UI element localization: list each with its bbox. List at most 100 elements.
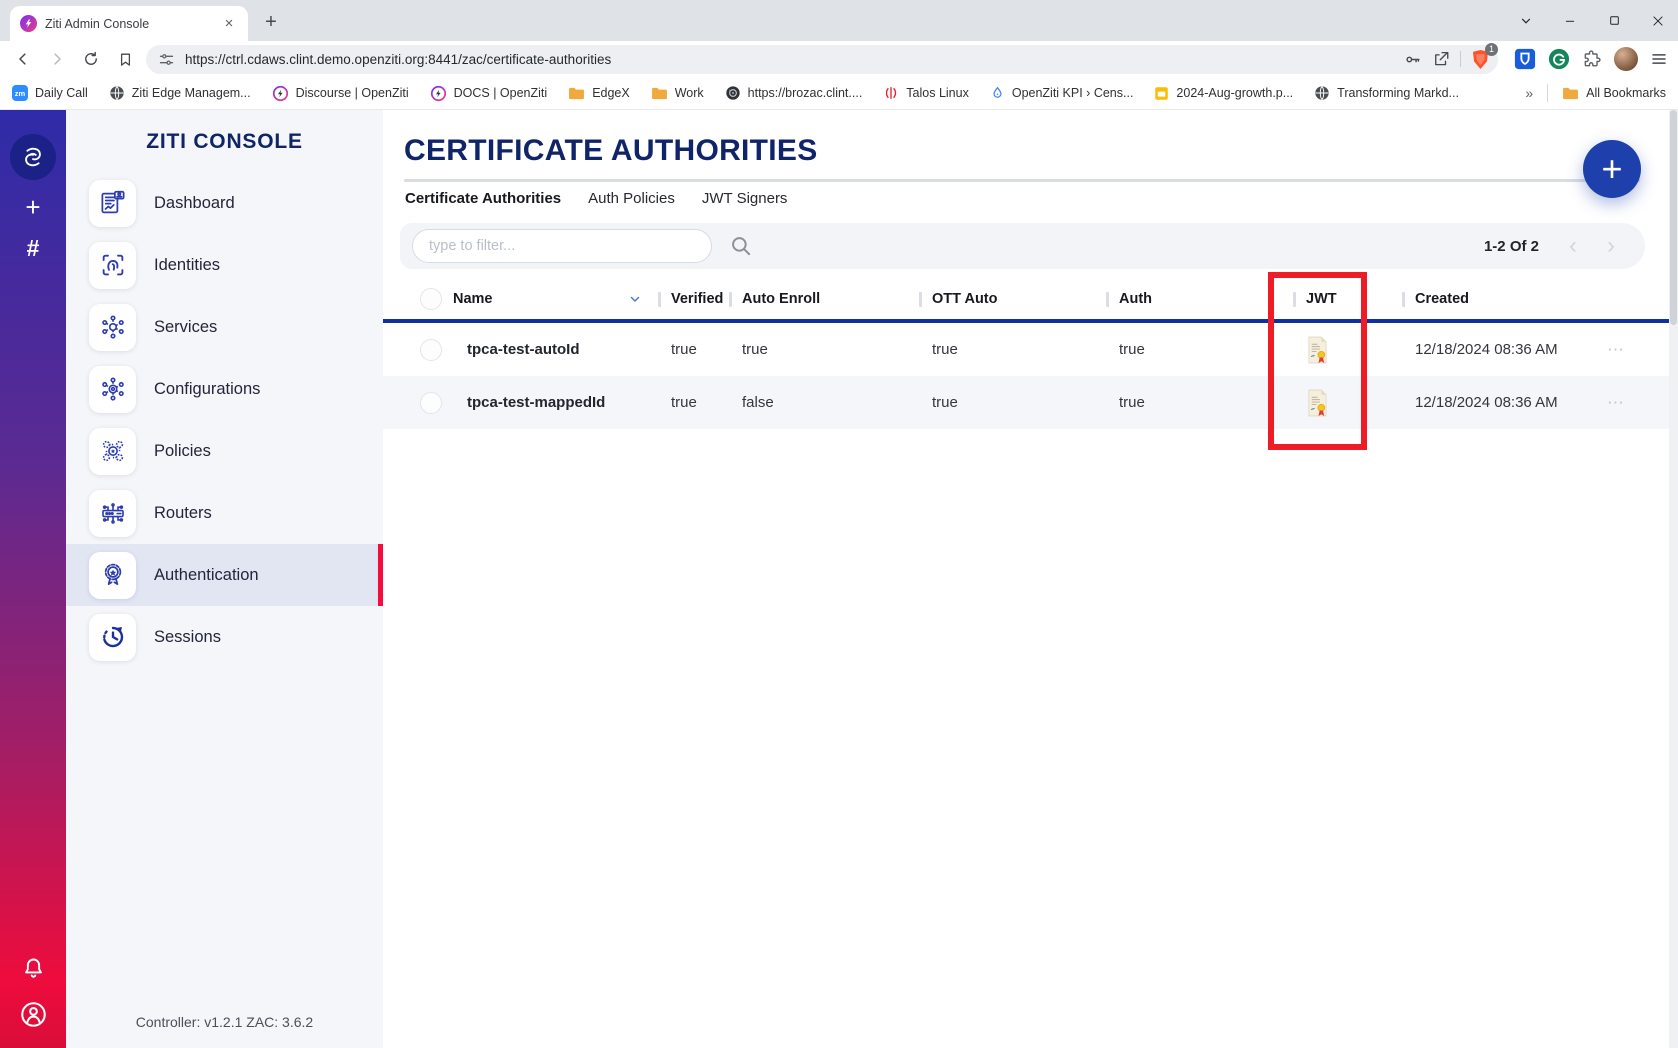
bookmark-edgex[interactable]: EdgeX [568,86,630,101]
sidebar-item-services[interactable]: Services [66,296,383,358]
address-bar[interactable]: https://ctrl.cdaws.clint.demo.openziti.o… [146,45,1498,74]
url-text[interactable]: https://ctrl.cdaws.clint.demo.openziti.o… [185,52,1393,67]
page-scrollbar[interactable] [1669,110,1678,1048]
jwt-certificate-icon[interactable] [1293,389,1402,417]
configurations-icon [89,366,136,413]
sidebar-nav: Dashboard Identities Services Configurat… [66,172,383,668]
site-settings-icon[interactable] [158,51,175,68]
prev-page-icon[interactable]: ‹ [1569,234,1577,258]
sidebar-item-identities[interactable]: Identities [66,234,383,296]
rail-add-button[interactable]: + [25,194,40,220]
row-checkbox[interactable] [420,339,442,361]
ca-created: 12/18/2024 08:36 AM [1402,394,1593,411]
routers-icon [89,490,136,537]
row-menu-icon[interactable]: ⋯ [1593,340,1678,360]
forward-icon[interactable] [44,46,70,72]
column-jwt[interactable]: JWT [1293,291,1402,307]
dashboard-icon [89,180,136,227]
bookmark-ziti-edge[interactable]: Ziti Edge Managem... [109,85,251,101]
bookmark-discourse-openziti[interactable]: Discourse | OpenZiti [272,85,409,102]
bookmark-daily-call[interactable]: zm Daily Call [12,85,88,101]
sidebar: ZITI CONSOLE Dashboard Identities Servic… [66,110,383,1048]
maximize-button[interactable] [1604,11,1624,31]
authentication-icon [89,552,136,599]
folder-icon [568,86,585,101]
all-bookmarks-button[interactable]: All Bookmarks [1562,86,1666,101]
sidebar-item-routers[interactable]: Routers [66,482,383,544]
console-title: ZITI CONSOLE [66,130,383,154]
next-page-icon[interactable]: › [1607,234,1615,258]
ca-auto-enroll: true [729,341,919,358]
sidebar-item-configurations[interactable]: Configurations [66,358,383,420]
new-tab-button[interactable]: + [258,10,284,36]
rail-bottom [18,955,49,1030]
filter-input[interactable] [412,229,712,263]
reload-icon[interactable] [78,46,104,72]
table-row[interactable]: tpca-test-mappedId true false true true … [383,376,1678,429]
ziti-favicon-icon [20,15,37,32]
column-created[interactable]: Created [1402,291,1593,307]
jwt-certificate-icon[interactable] [1293,336,1402,364]
sidebar-item-sessions[interactable]: Sessions [66,606,383,668]
scrollbar-thumb[interactable] [1670,110,1677,325]
tab-certificate-authorities[interactable]: Certificate Authorities [405,190,561,207]
column-auto-enroll[interactable]: Auto Enroll [729,291,919,307]
brave-shield-icon[interactable]: 1 [1471,49,1490,70]
sidebar-item-policies[interactable]: Policies [66,420,383,482]
browser-menu-icon[interactable] [1650,50,1668,68]
sidebar-item-authentication[interactable]: Authentication [66,544,383,606]
ca-name: tpca-test-mappedId [453,394,658,411]
sort-chevron-down-icon[interactable] [628,292,642,306]
column-ott-auto[interactable]: OTT Auto [919,291,1106,307]
bookmark-2024-aug-growth[interactable]: 2024-Aug-growth.p... [1154,86,1293,101]
ca-created: 12/18/2024 08:36 AM [1402,341,1593,358]
table-row[interactable]: tpca-test-autoId true true true true 12/… [383,323,1678,376]
column-name[interactable]: Name [453,291,658,307]
services-icon [89,304,136,351]
extensions-puzzle-icon[interactable] [1582,49,1602,69]
column-auth[interactable]: Auth [1106,291,1293,307]
tab-jwt-signers[interactable]: JWT Signers [702,190,788,207]
close-tab-icon[interactable]: × [220,15,238,33]
globe-icon [109,85,125,101]
passwords-key-icon[interactable] [1403,50,1422,69]
bookmark-docs-openziti[interactable]: DOCS | OpenZiti [430,85,548,102]
profile-avatar[interactable] [1614,47,1638,71]
close-window-button[interactable] [1648,11,1668,31]
ca-auth: true [1106,341,1293,358]
grammarly-icon[interactable] [1548,48,1570,70]
browser-tab[interactable]: Ziti Admin Console × [10,6,248,41]
ca-auto-enroll: false [729,394,919,411]
omnibox-actions: 1 [1403,49,1490,70]
bookmark-brozac[interactable]: https://brozac.clint.... [725,85,863,101]
bitwarden-icon[interactable] [1514,48,1536,70]
tab-auth-policies[interactable]: Auth Policies [588,190,675,207]
ca-verified: true [658,394,729,411]
bookmarks-overflow-icon[interactable]: » [1525,85,1533,101]
notifications-bell-icon[interactable] [20,955,47,982]
account-profile-icon[interactable] [18,999,49,1030]
ziti-logo-icon[interactable] [10,134,56,180]
tab-search-icon[interactable] [1516,11,1536,31]
bookmark-work[interactable]: Work [651,86,704,101]
bookmark-transforming-markdown[interactable]: Transforming Markd... [1314,85,1459,101]
search-icon[interactable] [728,233,754,259]
bookmark-talos[interactable]: Talos Linux [883,85,969,101]
row-menu-icon[interactable]: ⋯ [1593,393,1678,413]
bookmark-openziti-kpi[interactable]: OpenZiti KPI › Cens... [990,85,1134,101]
row-checkbox[interactable] [420,392,442,414]
back-icon[interactable] [10,46,36,72]
bookmark-icon[interactable] [112,46,138,72]
add-certificate-authority-button[interactable]: + [1583,140,1641,198]
select-all-checkbox[interactable] [420,288,442,310]
rail-hash-button[interactable]: # [27,237,40,260]
sidebar-item-dashboard[interactable]: Dashboard [66,172,383,234]
ca-ott-auto: true [919,341,1106,358]
extension-icons [1506,47,1668,71]
ca-verified: true [658,341,729,358]
globe-icon [1314,85,1330,101]
tab-title: Ziti Admin Console [45,17,212,31]
share-icon[interactable] [1432,50,1450,68]
minimize-button[interactable] [1560,11,1580,31]
column-verified[interactable]: Verified [658,291,729,307]
